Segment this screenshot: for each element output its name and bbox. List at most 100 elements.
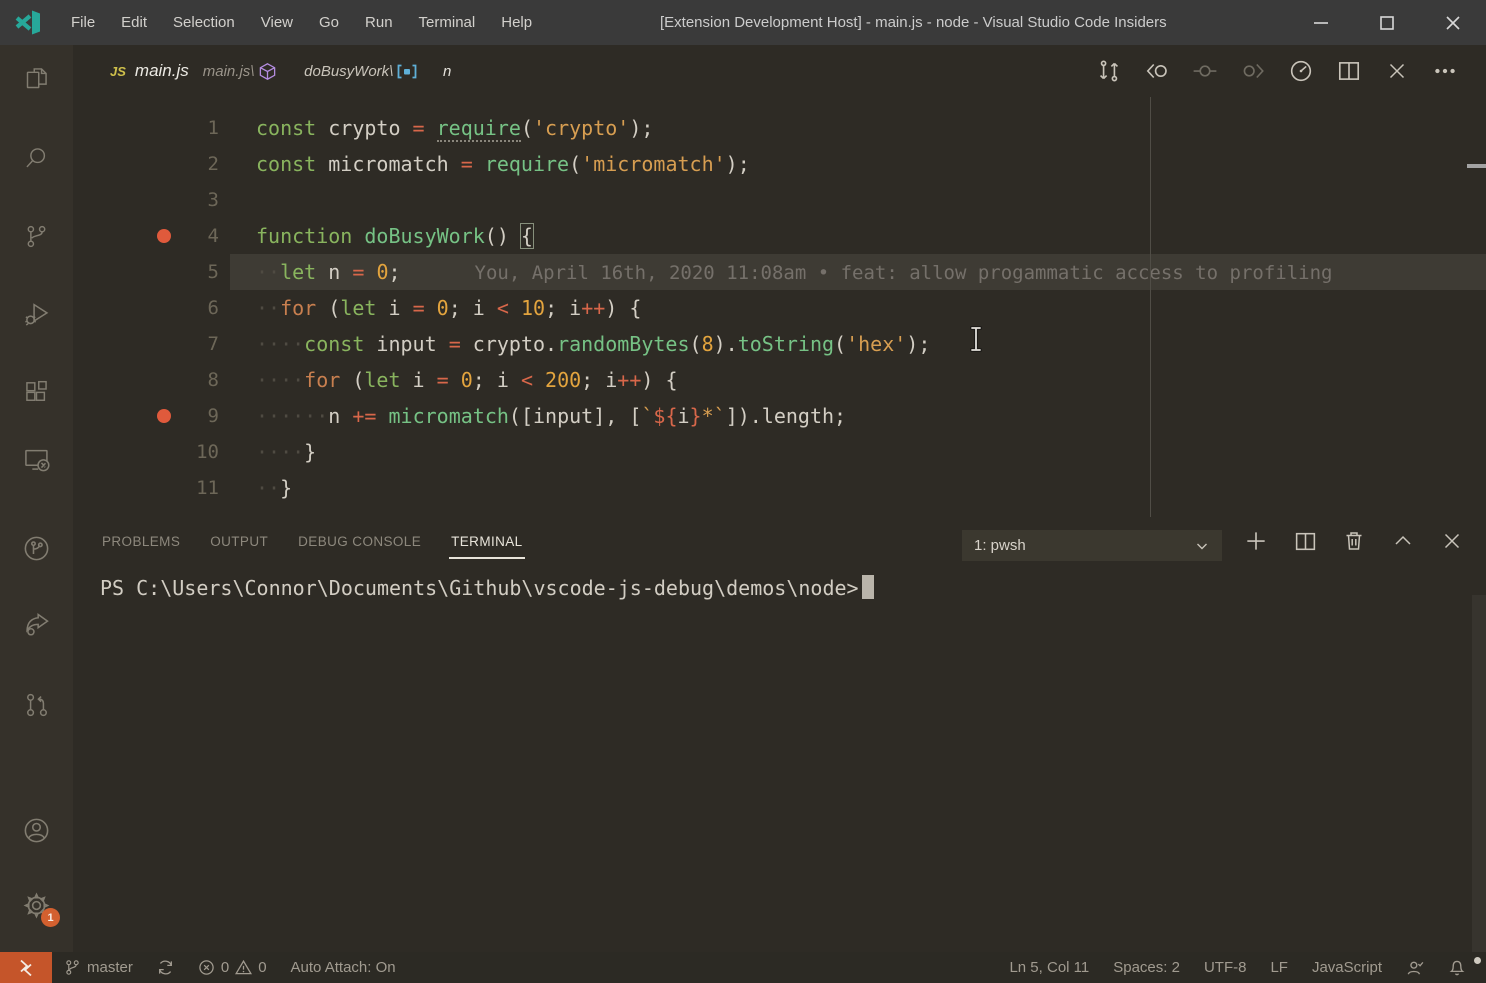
panel-header: PROBLEMS OUTPUT DEBUG CONSOLE TERMINAL 1: p… xyxy=(73,517,1486,565)
language-mode-status[interactable]: JavaScript xyxy=(1300,959,1394,976)
split-terminal-icon[interactable] xyxy=(1291,527,1319,555)
code-editor[interactable]: 1 const crypto = require('crypto');2const… xyxy=(73,97,1486,517)
code-text[interactable] xyxy=(230,182,1486,218)
take-performance-profile-icon[interactable] xyxy=(1286,56,1316,86)
problems-status[interactable]: 0 0 xyxy=(186,952,279,983)
more-actions-icon[interactable] xyxy=(1430,56,1460,86)
code-line-3[interactable]: 3 xyxy=(73,182,1486,218)
code-text[interactable]: const crypto = require('crypto'); xyxy=(230,110,1486,146)
encoding-status[interactable]: UTF-8 xyxy=(1192,959,1259,976)
eol-status[interactable]: LF xyxy=(1258,959,1300,976)
feedback-icon[interactable] xyxy=(1394,959,1436,977)
line-number: 7 xyxy=(208,326,219,362)
editor-tab-main-js[interactable]: JS main.js xyxy=(73,61,189,81)
source-control-icon[interactable] xyxy=(0,212,73,260)
panel-tab-terminal[interactable]: TERMINAL xyxy=(451,534,522,549)
notifications-bell-icon[interactable] xyxy=(1436,959,1478,977)
code-text[interactable]: function doBusyWork() { xyxy=(230,218,1486,254)
breadcrumb-member[interactable]: n xyxy=(443,63,451,80)
menu-file[interactable]: File xyxy=(58,0,108,45)
code-line-7[interactable]: 7 ····const input = crypto.randomBytes(8)… xyxy=(73,326,1486,362)
menu-help[interactable]: Help xyxy=(488,0,545,45)
warning-count: 0 xyxy=(258,959,266,976)
live-share-icon[interactable] xyxy=(0,601,73,649)
gutter[interactable]: 11 xyxy=(73,470,230,506)
panel-scrollbar[interactable] xyxy=(1472,595,1486,952)
gutter[interactable]: 7 xyxy=(73,326,230,362)
gutter[interactable]: 6 xyxy=(73,290,230,326)
accounts-icon[interactable] xyxy=(0,806,73,854)
reverse-continue-icon[interactable] xyxy=(1190,56,1220,86)
code-text[interactable]: ······n += micromatch([input], [`${i}*`]… xyxy=(230,398,1486,434)
github-pull-request-icon[interactable] xyxy=(0,681,73,729)
remote-explorer-icon[interactable] xyxy=(0,436,73,484)
new-terminal-icon[interactable] xyxy=(1242,527,1270,555)
breakpoint-dot[interactable] xyxy=(157,409,171,423)
gutter[interactable]: 2 xyxy=(73,146,230,182)
code-text[interactable]: ··for (let i = 0; i < 10; i++) { xyxy=(230,290,1486,326)
javascript-file-icon: JS xyxy=(110,64,126,79)
remote-indicator[interactable] xyxy=(0,952,52,983)
code-text[interactable]: ··let n = 0;You, April 16th, 2020 11:08a… xyxy=(230,254,1486,290)
line-number: 11 xyxy=(196,470,219,506)
open-changes-icon[interactable] xyxy=(1094,56,1124,86)
line-number: 3 xyxy=(208,182,219,218)
step-back-icon[interactable] xyxy=(1142,56,1172,86)
code-text[interactable]: ····const input = crypto.randomBytes(8).… xyxy=(230,326,1486,362)
indentation-status[interactable]: Spaces: 2 xyxy=(1101,959,1192,976)
code-line-4[interactable]: 4 function doBusyWork() { xyxy=(73,218,1486,254)
split-editor-icon[interactable] xyxy=(1334,56,1364,86)
gutter[interactable]: 8 xyxy=(73,362,230,398)
gutter[interactable]: 10 xyxy=(73,434,230,470)
sync-button[interactable] xyxy=(145,952,186,983)
search-icon[interactable] xyxy=(0,134,73,182)
vscode-window: FileEditSelectionViewGoRunTerminalHelp [… xyxy=(0,0,1486,983)
code-text[interactable]: const micromatch = require('micromatch')… xyxy=(230,146,1486,182)
close-editor-icon[interactable] xyxy=(1382,56,1412,86)
panel-tab-output[interactable]: OUTPUT xyxy=(210,534,268,549)
settings-gear-icon[interactable]: 1 xyxy=(0,881,73,929)
git-branch-status[interactable]: master xyxy=(52,952,145,983)
kill-terminal-icon[interactable] xyxy=(1340,527,1368,555)
code-line-11[interactable]: 11 ··} xyxy=(73,470,1486,506)
code-text[interactable]: ····for (let i = 0; i < 200; i++) { xyxy=(230,362,1486,398)
step-forward-icon[interactable] xyxy=(1238,56,1268,86)
code-line-2[interactable]: 2const micromatch = require('micromatch'… xyxy=(73,146,1486,182)
explorer-icon[interactable] xyxy=(0,54,73,102)
gutter[interactable]: 3 xyxy=(73,182,230,218)
panel-tab-problems[interactable]: PROBLEMS xyxy=(102,534,180,549)
panel-tab-debug-console[interactable]: DEBUG CONSOLE xyxy=(298,534,421,549)
terminal-dropdown[interactable]: 1: pwsh xyxy=(962,530,1222,561)
gutter[interactable]: 1 xyxy=(73,110,230,146)
gutter[interactable]: 9 xyxy=(73,398,230,434)
close-window-icon[interactable] xyxy=(1420,0,1486,45)
extensions-icon[interactable] xyxy=(0,369,73,417)
code-line-8[interactable]: 8····for (let i = 0; i < 200; i++) { xyxy=(73,362,1486,398)
activity-bar: 1 xyxy=(0,45,73,952)
line-number: 4 xyxy=(208,218,219,254)
breakpoint-dot[interactable] xyxy=(157,229,171,243)
code-line-9[interactable]: 9······n += micromatch([input], [`${i}*`… xyxy=(73,398,1486,434)
code-text[interactable]: ····} xyxy=(230,434,1486,470)
terminal[interactable]: PS C:\Users\Connor\Documents\Github\vsco… xyxy=(73,565,1486,600)
gutter[interactable]: 5 xyxy=(73,254,230,290)
line-number: 1 xyxy=(208,110,219,146)
breadcrumb-symbol[interactable]: doBusyWork\ xyxy=(304,63,393,80)
code-line-10[interactable]: 10····} xyxy=(73,434,1486,470)
code-line-6[interactable]: 6··for (let i = 0; i < 10; i++) { xyxy=(73,290,1486,326)
maximize-panel-icon[interactable] xyxy=(1389,527,1417,555)
menu-edit[interactable]: Edit xyxy=(108,0,160,45)
settings-badge: 1 xyxy=(41,908,60,927)
minimize-icon[interactable] xyxy=(1288,0,1354,45)
breadcrumb-file[interactable]: main.js\ xyxy=(203,63,255,80)
cursor-position-status[interactable]: Ln 5, Col 11 xyxy=(997,959,1101,976)
close-panel-icon[interactable] xyxy=(1438,527,1466,555)
gutter[interactable]: 4 xyxy=(73,218,230,254)
code-text[interactable]: ··} xyxy=(230,470,1486,506)
run-and-debug-icon[interactable] xyxy=(0,290,73,338)
profile-icon[interactable] xyxy=(0,524,73,572)
code-line-1[interactable]: 1 const crypto = require('crypto'); xyxy=(73,110,1486,146)
auto-attach-status[interactable]: Auto Attach: On xyxy=(279,952,408,983)
maximize-icon[interactable] xyxy=(1354,0,1420,45)
code-line-5[interactable]: 5··let n = 0;You, April 16th, 2020 11:08… xyxy=(73,254,1486,290)
